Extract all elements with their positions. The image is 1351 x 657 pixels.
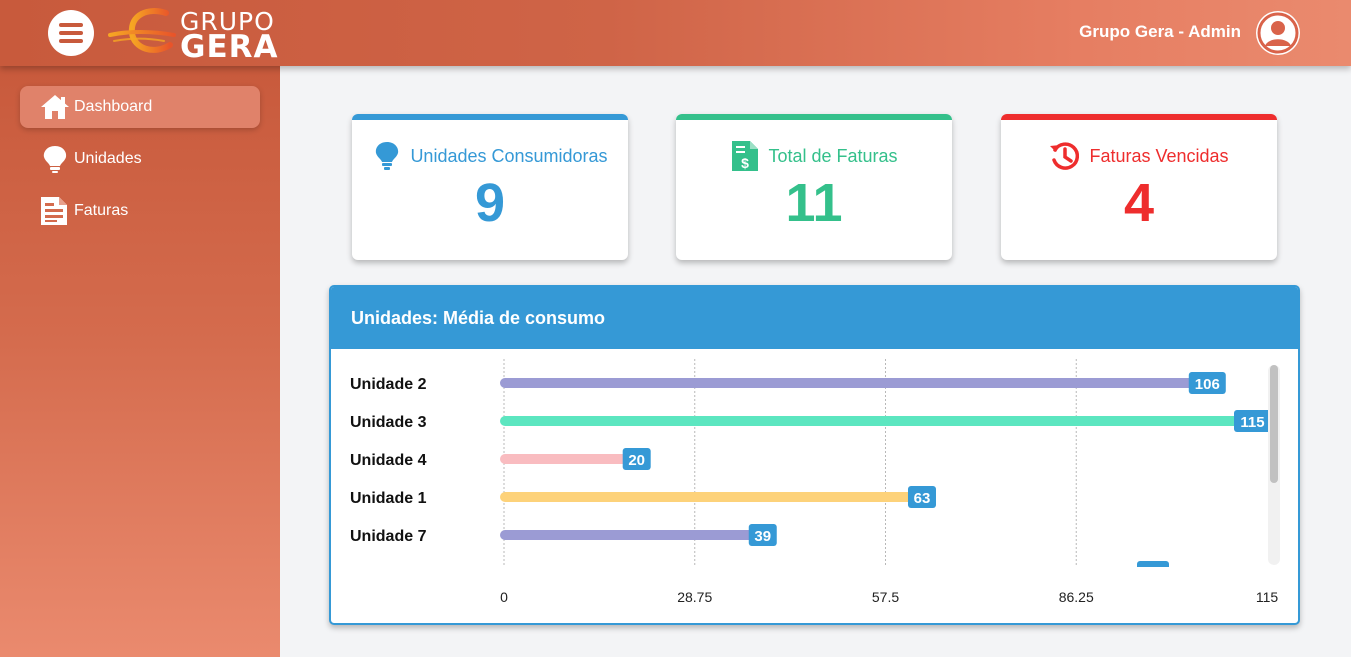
card-accent-line xyxy=(676,114,952,120)
card-value: 9 xyxy=(474,173,506,233)
user-avatar[interactable] xyxy=(1256,11,1300,55)
stat-card-faturas-vencidas[interactable]: Faturas Vencidas 4 xyxy=(1001,114,1277,260)
logo-swoosh-icon xyxy=(108,8,176,53)
card-value: 4 xyxy=(1123,173,1155,233)
svg-text:$: $ xyxy=(742,155,750,171)
stat-card-total-faturas[interactable]: $ Total de Faturas 11 xyxy=(676,114,952,260)
sidebar-item-label: Faturas xyxy=(74,202,129,219)
x-tick-label: 57.5 xyxy=(872,589,899,605)
panel-title: Unidades: Média de consumo xyxy=(351,308,606,328)
menu-icon-line xyxy=(59,39,83,43)
bar-chart: 0 28.75 57.5 86.25 115 Unidade 2 106 Unidade 3 1… xyxy=(350,359,1279,605)
data-label: 20 xyxy=(628,452,645,469)
bar xyxy=(500,530,763,540)
logo-text-gera: GERA xyxy=(180,29,279,65)
bar xyxy=(500,378,1208,388)
stat-card-unidades-consumidoras[interactable]: Unidades Consumidoras 9 xyxy=(352,114,628,260)
bar xyxy=(500,416,1267,426)
invoice-icon xyxy=(38,196,72,226)
sidebar: Dashboard Unidades Faturas xyxy=(0,66,280,657)
category-label: Unidade 4 xyxy=(350,452,427,469)
lightbulb-icon xyxy=(38,144,72,174)
company-logo[interactable]: GRUPO GERA xyxy=(108,5,278,65)
data-label: 39 xyxy=(754,528,771,545)
lightbulb-icon xyxy=(376,142,399,170)
menu-icon-line xyxy=(59,23,83,27)
x-tick-label: 0 xyxy=(500,589,508,605)
user-icon xyxy=(1257,12,1299,54)
consumption-chart-panel: Unidades: Média de consumo 0 28.75 57.5 86.… xyxy=(329,285,1300,625)
x-tick-label: 28.75 xyxy=(677,589,712,605)
home-icon xyxy=(38,92,72,122)
sidebar-item-unidades[interactable]: Unidades xyxy=(20,138,260,180)
sidebar-item-label: Unidades xyxy=(74,150,142,167)
card-title: Unidades Consumidoras xyxy=(410,145,608,166)
sidebar-item-label: Dashboard xyxy=(74,98,153,115)
card-value: 11 xyxy=(785,173,843,233)
bars-group: Unidade 2 106 Unidade 3 115 Unidade 4 20 Unida… xyxy=(350,372,1271,567)
category-label: Unidade 2 xyxy=(350,376,427,393)
menu-icon-line xyxy=(59,31,83,35)
category-label: Unidade 7 xyxy=(350,528,427,545)
category-label: Unidade 3 xyxy=(350,414,427,431)
chart-scrollbar-thumb[interactable] xyxy=(1270,365,1278,483)
user-name[interactable]: Grupo Gera - Admin xyxy=(1079,22,1241,42)
x-tick-label: 115 xyxy=(1256,589,1279,605)
menu-toggle-button[interactable] xyxy=(48,10,94,56)
card-title: Faturas Vencidas xyxy=(1089,145,1229,166)
data-label: 63 xyxy=(914,490,931,507)
panel-header: Unidades: Média de consumo xyxy=(331,287,1298,349)
x-tick-label: 86.25 xyxy=(1059,589,1094,605)
bar xyxy=(500,492,922,502)
data-label: 115 xyxy=(1240,414,1264,431)
sidebar-item-dashboard[interactable]: Dashboard xyxy=(20,86,260,128)
card-accent-line xyxy=(1001,114,1277,120)
sidebar-item-faturas[interactable]: Faturas xyxy=(20,190,260,232)
card-accent-line xyxy=(352,114,628,120)
data-label: 106 xyxy=(1195,376,1220,393)
bar xyxy=(500,454,637,464)
category-label: Unidade 1 xyxy=(350,490,427,507)
card-title: Total de Faturas xyxy=(768,145,898,166)
invoice-dollar-icon: $ xyxy=(732,141,759,171)
history-icon xyxy=(1050,142,1080,170)
data-label-box-partial xyxy=(1137,561,1169,567)
top-bar: GRUPO GERA Grupo Gera - Admin xyxy=(0,0,1351,66)
